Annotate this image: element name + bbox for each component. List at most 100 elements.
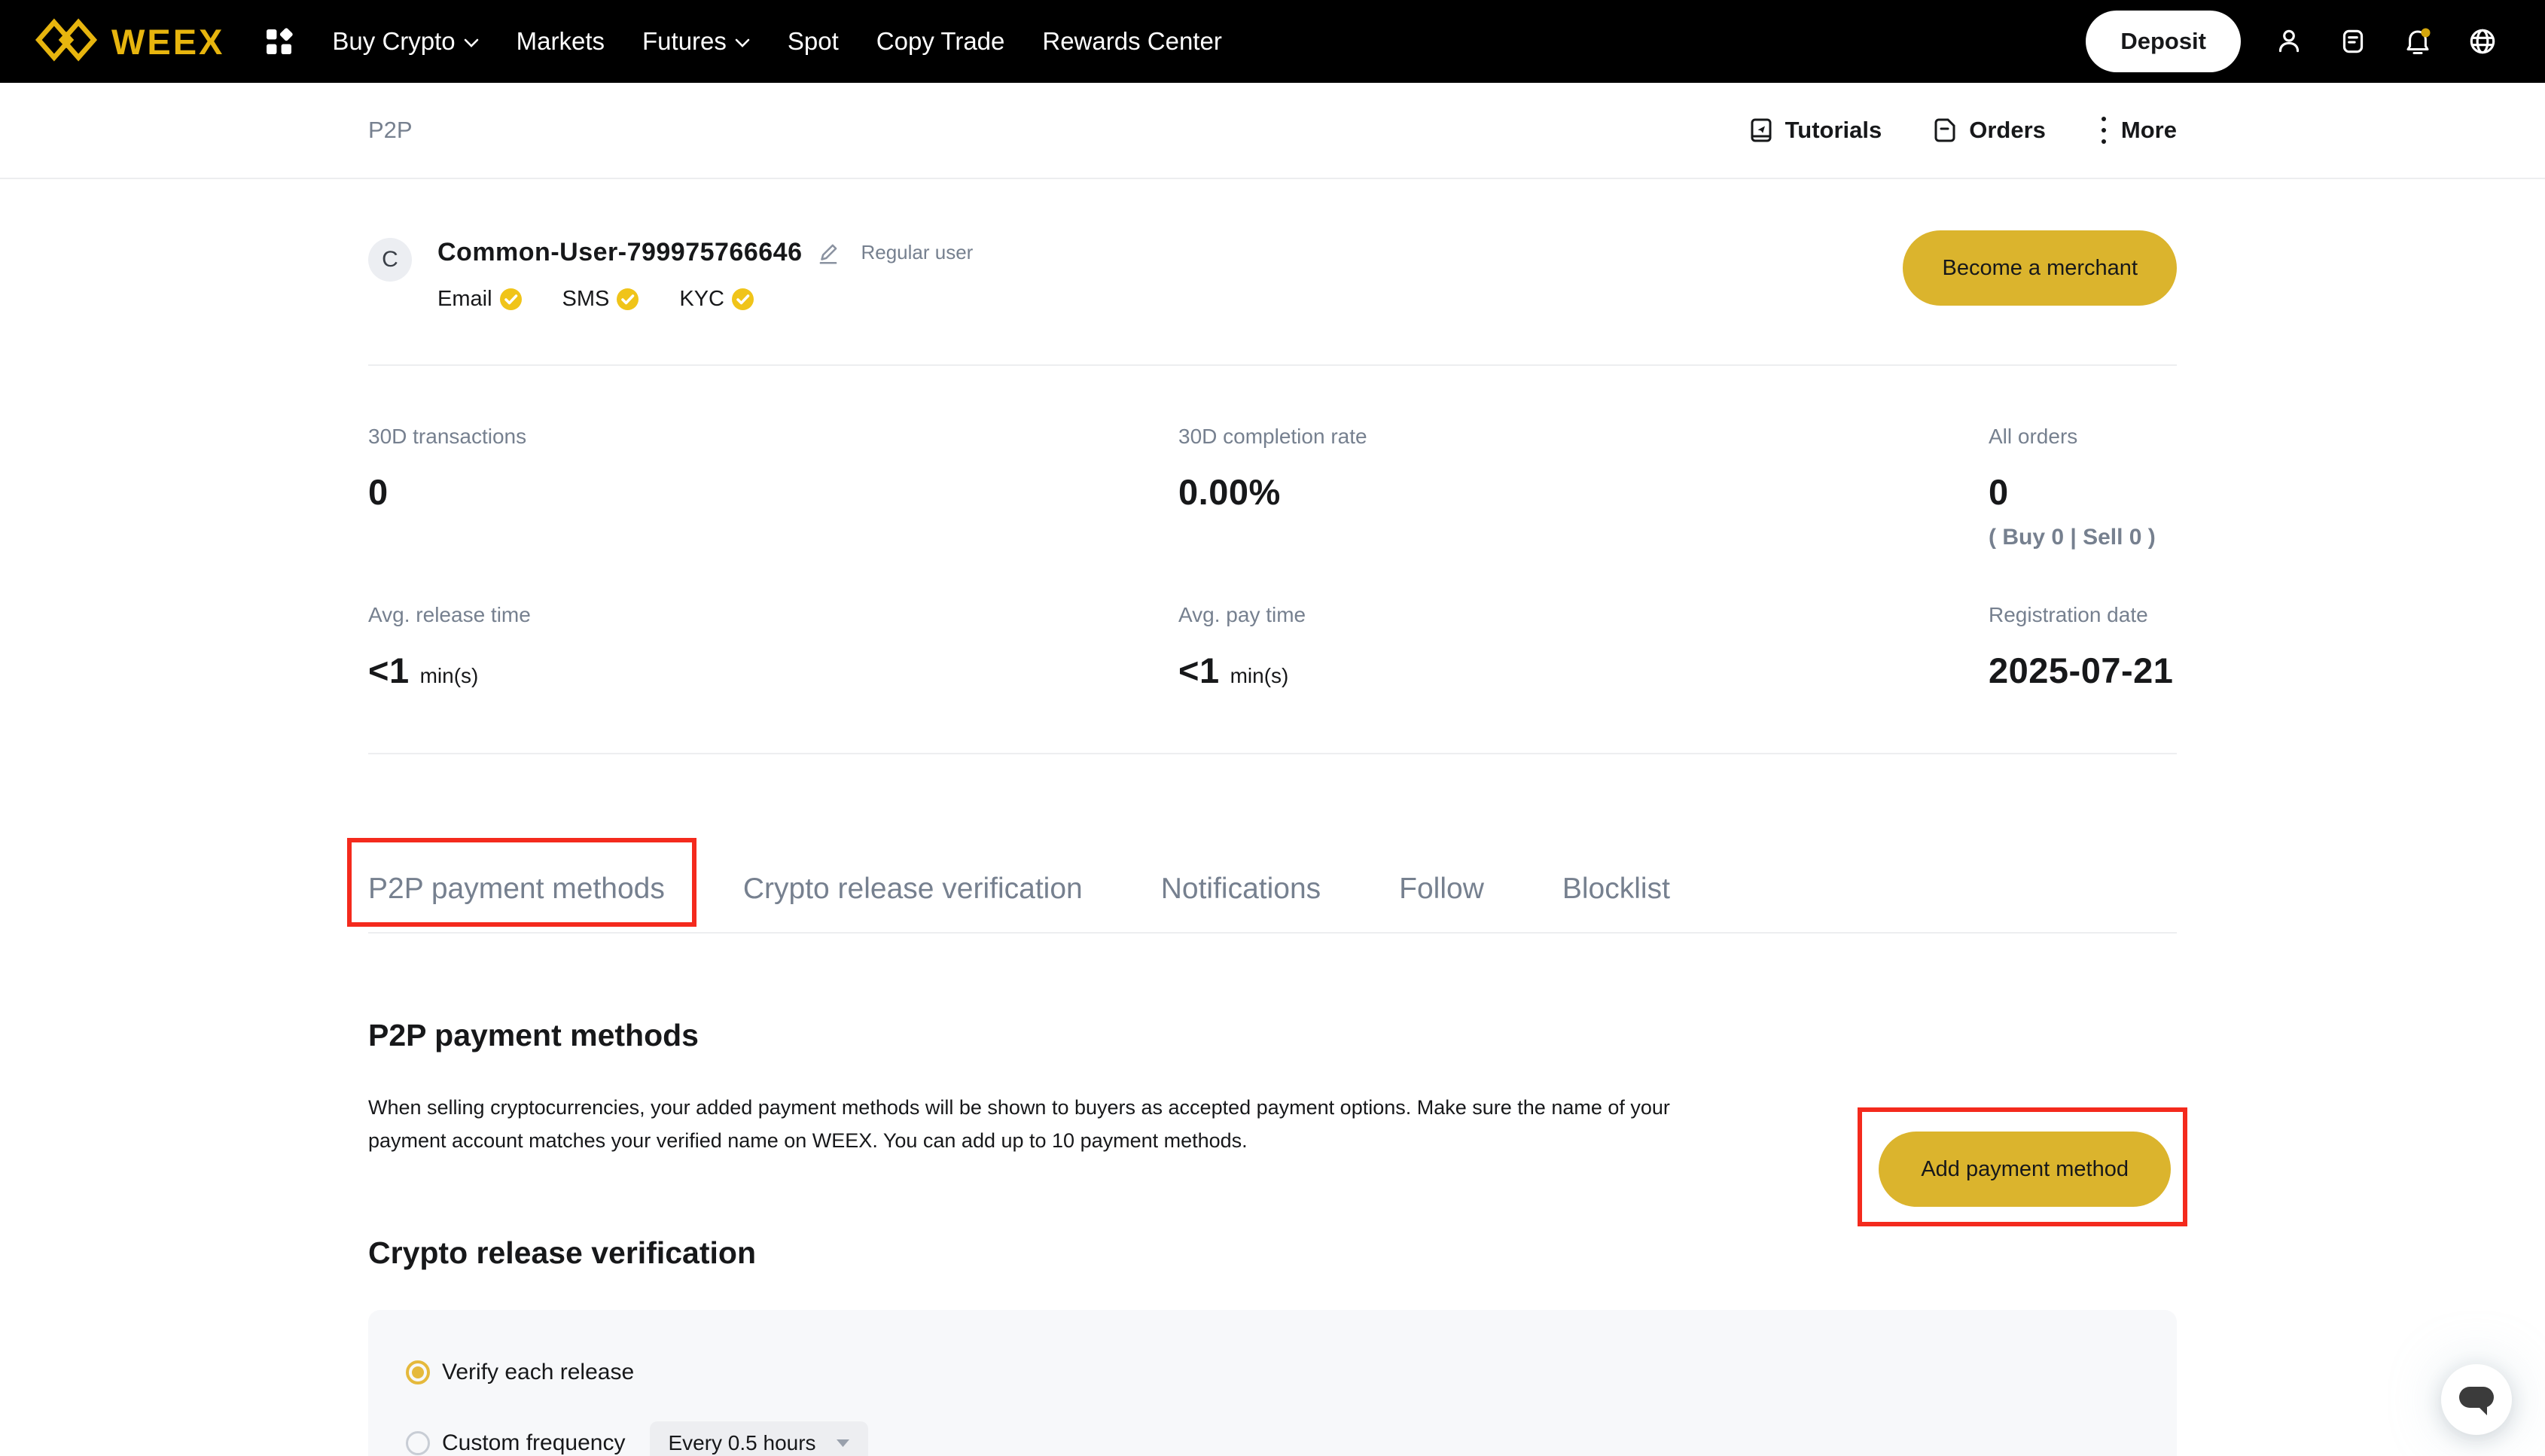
orders-doc-icon bbox=[1933, 117, 1958, 144]
stat-all-orders: All orders 0 ( Buy 0 | Sell 0 ) bbox=[1989, 425, 2177, 550]
profile-row: C Common-User-799975766646 Regular user … bbox=[368, 238, 2177, 312]
main-content: C Common-User-799975766646 Regular user … bbox=[0, 238, 2545, 1456]
messages-icon[interactable] bbox=[2337, 26, 2369, 57]
stat-label: Registration date bbox=[1989, 603, 2177, 627]
stat-value: <1 bbox=[368, 650, 410, 691]
stat-unit: min(s) bbox=[420, 664, 479, 688]
nav-item-buy-crypto[interactable]: Buy Crypto bbox=[332, 27, 478, 56]
stat-label: Avg. pay time bbox=[1178, 603, 1989, 627]
nav-label: Markets bbox=[517, 27, 605, 56]
verified-check-icon bbox=[732, 288, 754, 310]
chat-bubble-icon bbox=[2456, 1381, 2497, 1418]
profile-info: Common-User-799975766646 Regular user Em… bbox=[437, 238, 973, 312]
orders-label: Orders bbox=[1969, 117, 2046, 144]
stat-label: 30D transactions bbox=[368, 425, 1178, 449]
tab-blocklist[interactable]: Blocklist bbox=[1562, 874, 1670, 903]
weex-logo[interactable]: WEEX bbox=[33, 17, 224, 67]
release-verification-title: Crypto release verification bbox=[368, 1235, 2177, 1271]
tutorials-book-icon bbox=[1748, 117, 1775, 144]
stat-label: 30D completion rate bbox=[1178, 425, 1989, 449]
tab-p2p-payment-methods[interactable]: P2P payment methods bbox=[368, 874, 665, 903]
stat-registration-date: Registration date 2025-07-21 bbox=[1989, 603, 2177, 691]
stat-value: 0 bbox=[1989, 471, 2009, 513]
payment-methods-description: When selling cryptocurrencies, your adde… bbox=[368, 1091, 1716, 1157]
chevron-down-icon bbox=[464, 38, 479, 47]
tutorials-button[interactable]: Tutorials bbox=[1748, 117, 1882, 144]
payment-methods-section: P2P payment methods When selling cryptoc… bbox=[368, 1018, 2177, 1157]
apps-grid-icon[interactable] bbox=[265, 28, 293, 56]
payment-methods-title: P2P payment methods bbox=[368, 1018, 2177, 1053]
option-custom-frequency[interactable]: Custom frequency Every 0.5 hours bbox=[406, 1421, 2177, 1456]
verification-sms: SMS bbox=[562, 287, 639, 312]
nav-item-markets[interactable]: Markets bbox=[517, 27, 605, 56]
nav-item-futures[interactable]: Futures bbox=[642, 27, 750, 56]
option-verify-each-release[interactable]: Verify each release bbox=[406, 1360, 2177, 1385]
stat-avg-pay-time: Avg. pay time <1 min(s) bbox=[1178, 603, 1989, 691]
verification-label: SMS bbox=[562, 287, 610, 312]
stat-value: <1 bbox=[1178, 650, 1220, 691]
nav-item-spot[interactable]: Spot bbox=[788, 27, 839, 56]
chevron-down-icon bbox=[735, 38, 750, 47]
frequency-value: Every 0.5 hours bbox=[668, 1431, 815, 1455]
stat-buy-sell-breakdown: ( Buy 0 | Sell 0 ) bbox=[1989, 525, 2177, 550]
stat-30d-completion-rate: 30D completion rate 0.00% bbox=[1178, 425, 1989, 550]
toolbar-right-group: Tutorials Orders More bbox=[1748, 115, 2177, 145]
more-button[interactable]: More bbox=[2097, 115, 2177, 145]
stat-label: Avg. release time bbox=[368, 603, 1178, 627]
verified-check-icon bbox=[500, 288, 522, 310]
stat-label: All orders bbox=[1989, 425, 2177, 449]
verification-badges: Email SMS KYC bbox=[437, 287, 973, 312]
nav-item-copy-trade[interactable]: Copy Trade bbox=[876, 27, 1005, 56]
verification-email: Email bbox=[437, 287, 522, 312]
orders-button[interactable]: Orders bbox=[1933, 117, 2046, 144]
page-toolbar: P2P Tutorials Orders More bbox=[0, 83, 2545, 179]
username: Common-User-799975766646 bbox=[437, 238, 802, 267]
notifications-bell-icon[interactable] bbox=[2401, 25, 2434, 58]
stat-value: 0.00% bbox=[1178, 471, 1281, 513]
stat-unit: min(s) bbox=[1230, 664, 1289, 688]
breadcrumb: P2P bbox=[368, 117, 413, 144]
radio-label: Custom frequency bbox=[442, 1430, 625, 1456]
nav-right-group: Deposit bbox=[2086, 11, 2498, 72]
top-navbar: WEEX Buy Crypto Markets Futures Spot Cop… bbox=[0, 0, 2545, 83]
stat-avg-release-time: Avg. release time <1 min(s) bbox=[368, 603, 1178, 691]
nav-label: Futures bbox=[642, 27, 727, 56]
radio-unselected[interactable] bbox=[406, 1431, 430, 1455]
more-label: More bbox=[2121, 117, 2177, 144]
brand-name: WEEX bbox=[111, 21, 224, 62]
support-chat-button[interactable] bbox=[2441, 1364, 2512, 1435]
avatar: C bbox=[368, 238, 412, 282]
verification-label: Email bbox=[437, 287, 492, 312]
tab-notifications[interactable]: Notifications bbox=[1161, 874, 1321, 903]
more-dots-icon bbox=[2097, 115, 2111, 145]
nav-label: Copy Trade bbox=[876, 27, 1005, 56]
tab-crypto-release-verification[interactable]: Crypto release verification bbox=[743, 874, 1083, 903]
user-role-badge: Regular user bbox=[861, 241, 973, 264]
nav-item-rewards-center[interactable]: Rewards Center bbox=[1042, 27, 1221, 56]
tutorials-label: Tutorials bbox=[1785, 117, 1882, 144]
become-merchant-button[interactable]: Become a merchant bbox=[1903, 230, 2177, 306]
radio-selected[interactable] bbox=[406, 1360, 430, 1384]
edit-nickname-icon[interactable] bbox=[815, 240, 841, 266]
profile-tabs: P2P payment methods Crypto release verif… bbox=[368, 754, 2177, 934]
stat-value: 0 bbox=[368, 471, 389, 513]
verification-label: KYC bbox=[679, 287, 724, 312]
weex-logo-icon bbox=[33, 17, 99, 67]
verification-kyc: KYC bbox=[679, 287, 754, 312]
deposit-button[interactable]: Deposit bbox=[2086, 11, 2241, 72]
divider bbox=[368, 364, 2177, 366]
annotation-box-add-payment: Add payment method bbox=[1858, 1107, 2187, 1226]
frequency-dropdown[interactable]: Every 0.5 hours bbox=[650, 1421, 867, 1456]
radio-label: Verify each release bbox=[442, 1360, 634, 1385]
nav-label: Spot bbox=[788, 27, 839, 56]
tab-follow[interactable]: Follow bbox=[1399, 874, 1484, 903]
nav-label: Rewards Center bbox=[1042, 27, 1221, 56]
add-payment-method-button[interactable]: Add payment method bbox=[1879, 1132, 2171, 1207]
release-verification-panel: Verify each release Custom frequency Eve… bbox=[368, 1310, 2177, 1456]
stats-grid: 30D transactions 0 30D completion rate 0… bbox=[368, 425, 2177, 691]
stat-30d-transactions: 30D transactions 0 bbox=[368, 425, 1178, 550]
account-icon[interactable] bbox=[2273, 26, 2305, 57]
language-globe-icon[interactable] bbox=[2467, 26, 2498, 57]
verified-check-icon bbox=[617, 288, 639, 310]
nav-label: Buy Crypto bbox=[332, 27, 455, 56]
